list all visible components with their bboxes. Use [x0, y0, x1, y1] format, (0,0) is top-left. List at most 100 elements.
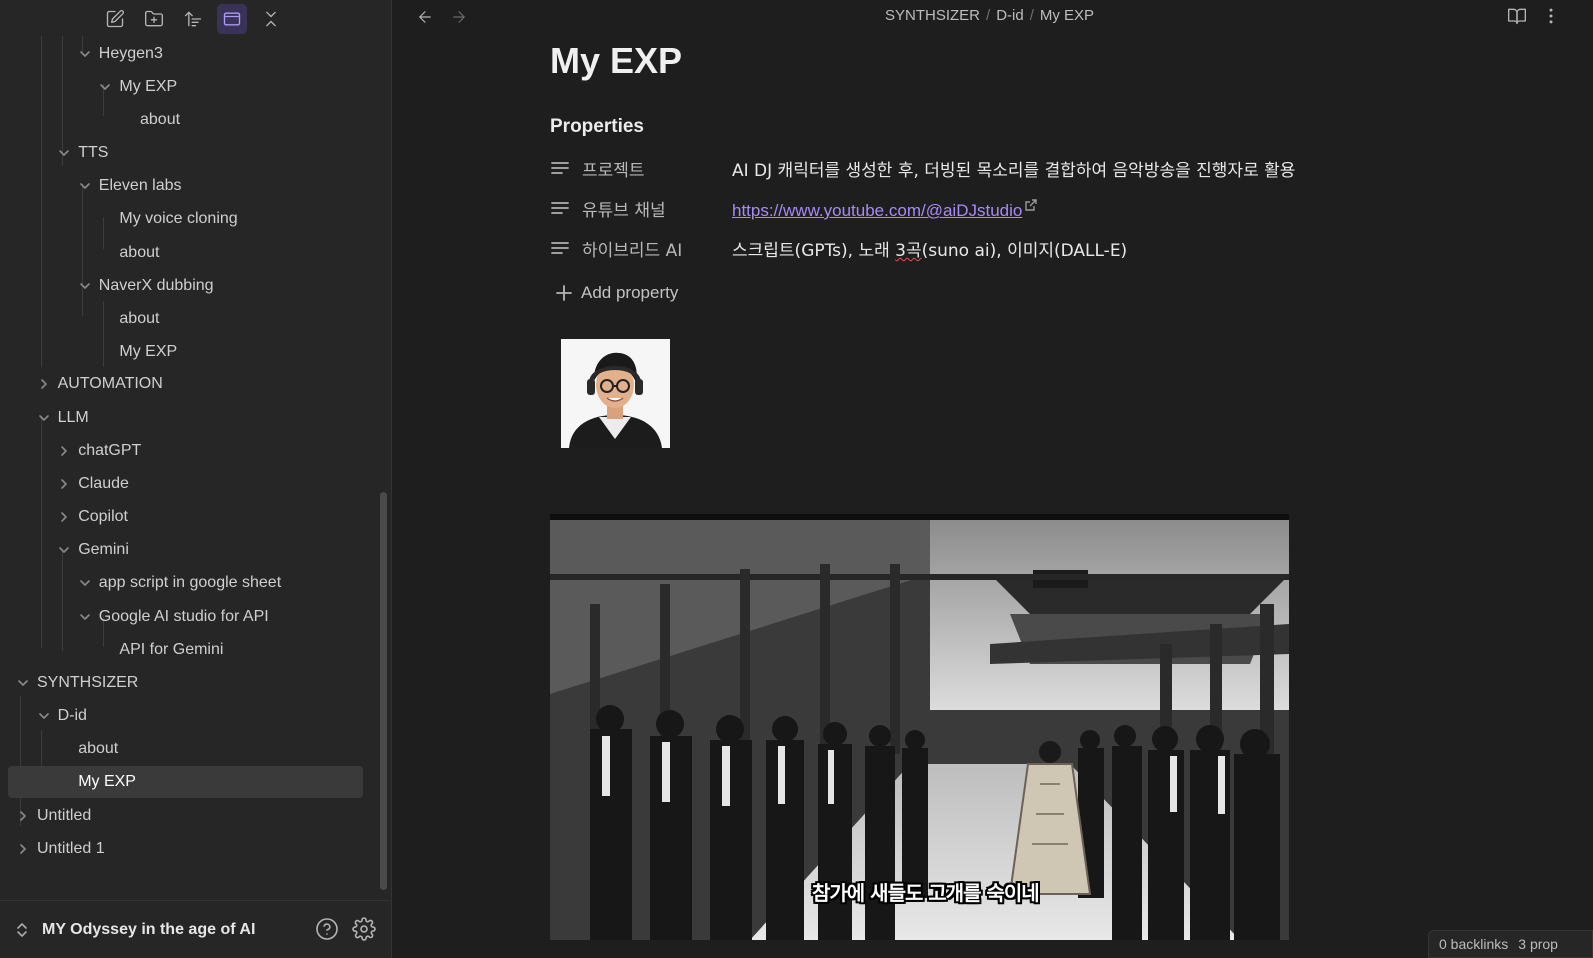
- chevron-down-icon[interactable]: [78, 279, 92, 293]
- tree-item[interactable]: API for Gemini: [8, 634, 363, 666]
- properties-heading[interactable]: Properties: [550, 116, 644, 138]
- vault-switcher-icon[interactable]: [14, 921, 30, 939]
- chevron-down-icon[interactable]: [78, 576, 92, 590]
- tree-item[interactable]: Eleven labs: [8, 170, 363, 202]
- tree-item-label: app script in google sheet: [98, 574, 282, 591]
- add-property-label: Add property: [581, 283, 679, 302]
- tree-item[interactable]: Untitled: [8, 800, 363, 832]
- tree-item[interactable]: Gemini: [8, 534, 363, 566]
- tree-item[interactable]: about: [8, 733, 363, 765]
- properties-count[interactable]: 3 prop: [1518, 936, 1558, 952]
- tree-item[interactable]: Claude: [8, 468, 363, 500]
- tree-item-label: Heygen3: [98, 45, 163, 62]
- gear-icon[interactable]: [352, 917, 376, 941]
- more-options-icon[interactable]: [1539, 4, 1563, 28]
- tree-item[interactable]: NaverX dubbing: [8, 270, 363, 302]
- tree-item[interactable]: Copilot: [8, 501, 363, 533]
- tree-item[interactable]: My EXP: [8, 766, 363, 798]
- tree-item[interactable]: about: [8, 237, 363, 269]
- tree-item-label: D-id: [57, 707, 87, 724]
- tree-item[interactable]: LLM: [8, 402, 363, 434]
- text-property-icon[interactable]: [550, 198, 570, 218]
- tree-item[interactable]: Google AI studio for API: [8, 601, 363, 633]
- chevron-down-icon[interactable]: [57, 146, 71, 160]
- link-text[interactable]: https://www.youtube.com/@aiDJstudio: [732, 201, 1022, 220]
- auto-reveal-icon[interactable]: [217, 4, 247, 34]
- back-arrow-icon[interactable]: [412, 4, 438, 30]
- tree-item-label: AUTOMATION: [57, 375, 163, 392]
- tree-item[interactable]: My EXP: [8, 71, 363, 103]
- vault-name[interactable]: MY Odyssey in the age of AI: [42, 921, 255, 939]
- chevron-down-icon[interactable]: [78, 179, 92, 193]
- chevron-right-icon[interactable]: [57, 510, 71, 524]
- tree-item-label: Untitled 1: [37, 840, 105, 857]
- tree-item[interactable]: My EXP: [8, 336, 363, 368]
- tree-item-label: Claude: [78, 475, 129, 492]
- tree-item-label: Copilot: [78, 508, 128, 525]
- embedded-image[interactable]: 참가에 새들도 고개를 숙이네: [550, 514, 1289, 940]
- status-bar: 0 backlinks 3 prop: [1428, 930, 1593, 958]
- tree-item-label: My voice cloning: [119, 210, 238, 227]
- text-property-icon[interactable]: [550, 158, 570, 178]
- tree-item[interactable]: SYNTHSIZER: [8, 667, 363, 699]
- forward-arrow-icon[interactable]: [446, 4, 472, 30]
- chevron-down-icon[interactable]: [37, 709, 51, 723]
- chevron-down-icon[interactable]: [16, 676, 30, 690]
- tree-item[interactable]: about: [8, 104, 363, 136]
- tree-item-label: chatGPT: [78, 442, 142, 459]
- chevron-right-icon[interactable]: [16, 842, 30, 856]
- avatar-image[interactable]: [561, 339, 670, 448]
- note-title[interactable]: My EXP: [550, 40, 682, 82]
- property-row: 하이브리드 AI 스크립트(GPTs), 노래 3곡(suno ai), 이미지…: [550, 232, 1450, 264]
- spellcheck-word[interactable]: 3곡: [895, 241, 921, 261]
- backlinks-count[interactable]: 0 backlinks: [1439, 936, 1508, 952]
- file-explorer-sidebar: Heygen3 My EXP about TTS Eleven labs My voice…: [0, 0, 392, 958]
- chevron-right-icon[interactable]: [37, 377, 51, 391]
- collapse-all-icon[interactable]: [256, 4, 286, 34]
- sort-icon[interactable]: [178, 4, 208, 34]
- tree-item-label: about: [119, 244, 160, 261]
- tree-item[interactable]: about: [8, 303, 363, 335]
- sidebar-scrollbar[interactable]: [380, 492, 387, 890]
- vault-bar: MY Odyssey in the age of AI: [0, 900, 392, 958]
- youtube-link[interactable]: https://www.youtube.com/@aiDJstudio: [732, 196, 1038, 221]
- tree-item[interactable]: chatGPT: [8, 435, 363, 467]
- property-value[interactable]: AI DJ 캐릭터를 생성한 후, 더빙된 목소리를 결합하여 음악방송을 진행…: [732, 156, 1295, 181]
- tree-item-label: TTS: [78, 144, 109, 161]
- tree-item[interactable]: D-id: [8, 700, 363, 732]
- tree-item[interactable]: Heygen3: [8, 38, 363, 70]
- text-property-icon[interactable]: [550, 238, 570, 258]
- tree-item[interactable]: TTS: [8, 137, 363, 169]
- tree-item-label: LLM: [57, 409, 89, 426]
- tree-item-label: Google AI studio for API: [98, 608, 269, 625]
- chevron-right-icon[interactable]: [57, 477, 71, 491]
- property-key[interactable]: 유튜브 채널: [582, 196, 666, 221]
- chevron-down-icon[interactable]: [78, 610, 92, 624]
- property-key[interactable]: 하이브리드 AI: [582, 236, 682, 261]
- add-property-button[interactable]: Add property: [555, 280, 678, 306]
- chevron-down-icon[interactable]: [98, 80, 112, 94]
- chevron-down-icon[interactable]: [37, 411, 51, 425]
- new-folder-icon[interactable]: [139, 4, 169, 34]
- tree-item[interactable]: app script in google sheet: [8, 567, 363, 599]
- tree-item[interactable]: AUTOMATION: [8, 368, 363, 400]
- new-note-icon[interactable]: [100, 4, 130, 34]
- chevron-right-icon[interactable]: [16, 809, 30, 823]
- help-icon[interactable]: [315, 917, 339, 941]
- tree-item-label: SYNTHSIZER: [37, 674, 139, 691]
- reading-view-icon[interactable]: [1505, 4, 1529, 28]
- image-caption: 참가에 새들도 고개를 숙이네: [812, 881, 1040, 905]
- file-tree: Heygen3 My EXP about TTS Eleven labs My voice…: [0, 36, 380, 896]
- property-value[interactable]: 스크립트(GPTs), 노래 3곡(suno ai), 이미지(DALL-E): [732, 236, 1127, 261]
- property-key[interactable]: 프로젝트: [582, 156, 645, 181]
- chevron-right-icon[interactable]: [57, 444, 71, 458]
- breadcrumb-item[interactable]: D-id: [996, 7, 1024, 24]
- breadcrumb-item[interactable]: My EXP: [1040, 7, 1094, 24]
- breadcrumb-item[interactable]: SYNTHSIZER: [885, 7, 980, 24]
- value-part: (suno ai), 이미지(DALL-E): [921, 241, 1128, 261]
- chevron-down-icon[interactable]: [57, 543, 71, 557]
- chevron-down-icon[interactable]: [78, 47, 92, 61]
- tree-item[interactable]: Untitled 1: [8, 833, 363, 865]
- tree-item[interactable]: My voice cloning: [8, 203, 363, 235]
- tree-item-label: about: [78, 740, 119, 757]
